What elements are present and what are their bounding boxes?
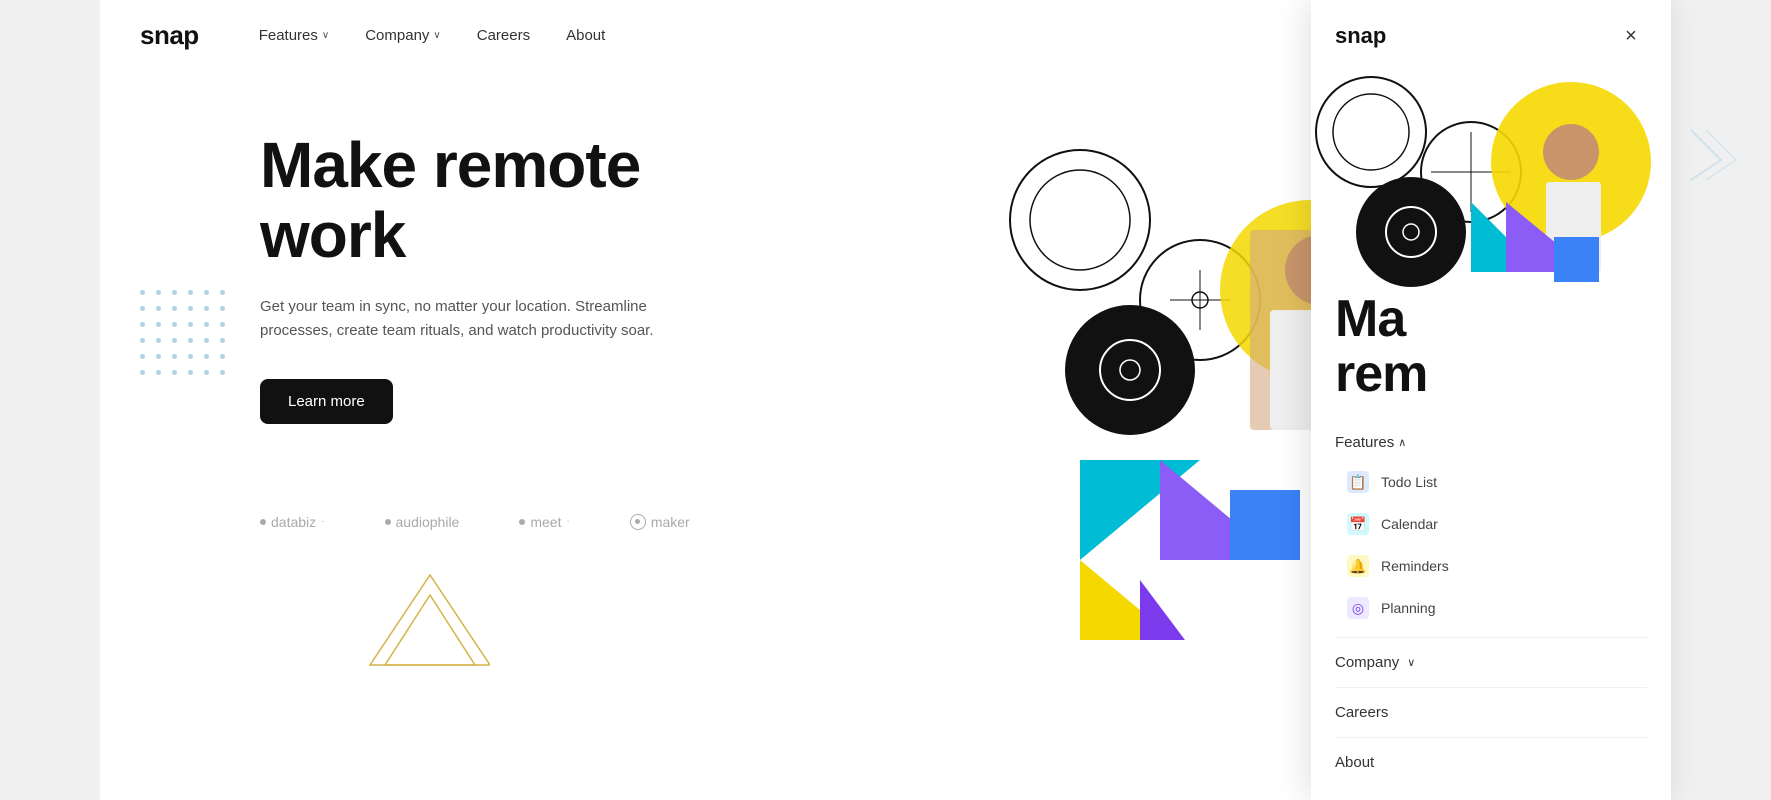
logo-dot-icon: [385, 519, 391, 525]
nav-about[interactable]: About: [566, 27, 605, 44]
nav-features[interactable]: Features ∨: [259, 27, 330, 44]
dot-grid-decoration: [140, 290, 230, 380]
todo-icon: 📋: [1347, 471, 1369, 493]
logo-dot-icon: [260, 519, 266, 525]
hero-subtitle: Get your team in sync, no matter your lo…: [260, 295, 720, 343]
triangle-decoration: [360, 565, 490, 680]
mobile-features-submenu: 📋 Todo List 📅 Calendar 🔔 Reminders ◎ Pla…: [1335, 461, 1647, 629]
mobile-menu-calendar[interactable]: 📅 Calendar: [1343, 503, 1647, 545]
logo-maker: maker: [630, 514, 690, 530]
mobile-menu-header: snap ×: [1311, 0, 1671, 72]
mobile-menu-nav: Features ∧ 📋 Todo List 📅 Calendar 🔔 Remi…: [1311, 412, 1671, 795]
mobile-careers-link[interactable]: Careers: [1335, 692, 1647, 733]
features-chevron-icon: ∨: [322, 30, 329, 41]
mobile-features-section: Features ∧ 📋 Todo List 📅 Calendar 🔔 Remi…: [1335, 424, 1647, 629]
right-chevron-decoration: [1681, 110, 1741, 195]
hero-title: Make remote work: [260, 130, 760, 271]
mobile-features-toggle[interactable]: Features ∧: [1335, 424, 1647, 461]
site-logo: snap: [140, 20, 199, 51]
reminders-icon: 🔔: [1347, 555, 1369, 577]
logo-meet: meet ·: [519, 514, 569, 530]
company-chevron-icon: ∨: [1407, 656, 1415, 669]
nav-careers[interactable]: Careers: [477, 27, 530, 44]
logo-audiophile: audiophile: [385, 514, 460, 530]
features-up-chevron-icon: ∧: [1398, 436, 1406, 449]
logo-dot-icon: [519, 519, 525, 525]
nav-company[interactable]: Company ∨: [365, 27, 441, 44]
mobile-menu-planning[interactable]: ◎ Planning: [1343, 587, 1647, 629]
mobile-company-link[interactable]: Company ∨: [1335, 642, 1647, 683]
mobile-hero-title-preview: Maremwo: [1335, 292, 1647, 412]
mobile-menu-reminders[interactable]: 🔔 Reminders: [1343, 545, 1647, 587]
company-chevron-icon: ∨: [433, 30, 440, 41]
mobile-menu-todo[interactable]: 📋 Todo List: [1343, 461, 1647, 503]
mobile-menu-hero-preview: Maremwo: [1311, 292, 1671, 412]
maker-circle-icon: [630, 514, 646, 530]
learn-more-button[interactable]: Learn more: [260, 379, 393, 424]
planning-icon: ◎: [1347, 597, 1369, 619]
mobile-about-link[interactable]: About: [1335, 742, 1647, 783]
mobile-menu: snap ×: [1311, 0, 1671, 800]
calendar-icon: 📅: [1347, 513, 1369, 535]
menu-divider-1: [1335, 637, 1647, 638]
menu-divider-2: [1335, 687, 1647, 688]
mobile-menu-auth: Login Register: [1311, 795, 1671, 800]
nav-links: Features ∨ Company ∨ Careers About: [259, 27, 1350, 44]
mobile-menu-image: [1311, 72, 1671, 292]
logo-databiz: databiz ·: [260, 514, 325, 530]
close-menu-button[interactable]: ×: [1615, 20, 1647, 52]
mobile-menu-logo: snap: [1335, 23, 1386, 49]
menu-divider-3: [1335, 737, 1647, 738]
